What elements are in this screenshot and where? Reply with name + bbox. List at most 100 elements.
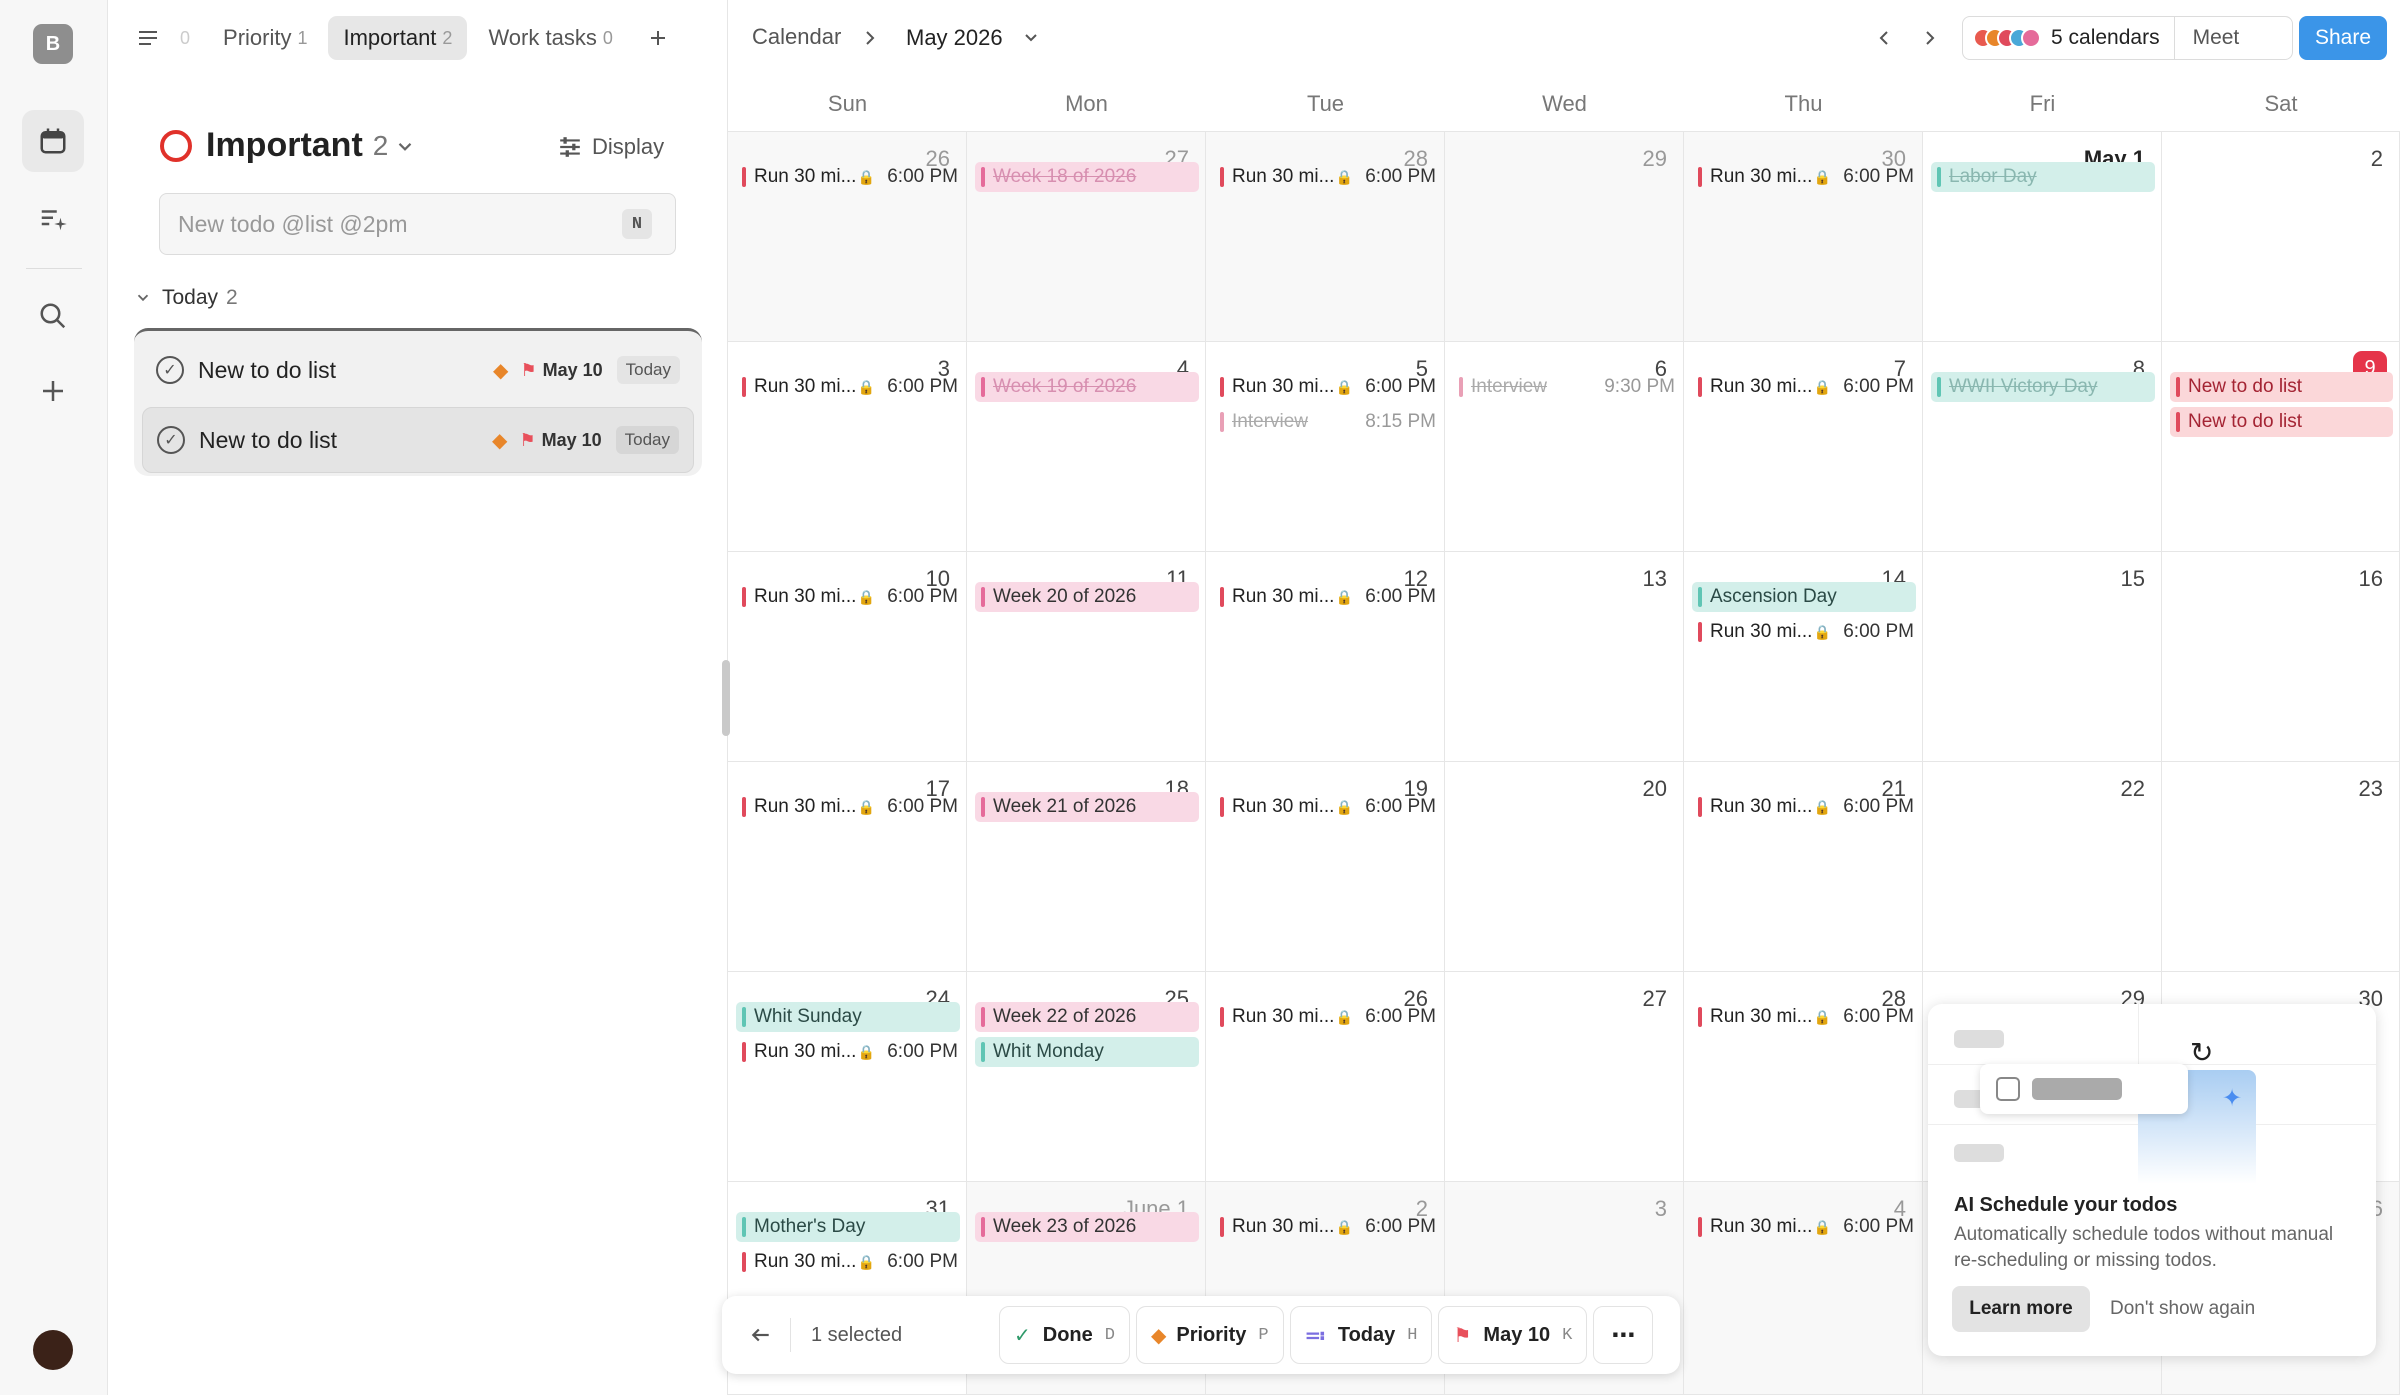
calendar-event[interactable]: Week 21 of 2026 [975,792,1199,822]
calendar-event[interactable]: Week 20 of 2026 [975,582,1199,612]
group-header-today[interactable]: Today 2 [134,286,238,310]
task-row[interactable]: ✓ New to do list ◆ ⚑ May 10 Today [142,337,694,403]
month-picker[interactable]: May 2026 [906,18,1041,58]
back-button[interactable] [732,1306,790,1364]
schedule-today-button[interactable]: ≕ Today H [1289,1306,1433,1364]
task-event[interactable]: Run 30 mi... 🔒 6:00 PM [736,1247,960,1277]
workspace-avatar[interactable]: B [33,24,73,64]
day-cell[interactable]: 6 Interview 9:30 PM [1445,342,1684,552]
calendar-event[interactable]: Week 22 of 2026 [975,1002,1199,1032]
task-schedule-chip[interactable]: Today [615,426,679,454]
task-event[interactable]: Run 30 mi... 🔒 6:00 PM [1692,792,1916,822]
calendar-event[interactable]: Whit Sunday [736,1002,960,1032]
day-cell[interactable]: 22 [1923,762,2162,972]
tab-inbox[interactable]: 0 [166,16,198,60]
calendar-event[interactable]: Labor Day [1931,162,2155,192]
day-cell[interactable]: 23 [2162,762,2400,972]
search-button[interactable] [22,285,84,347]
day-cell[interactable]: May 1 Labor Day [1923,132,2162,342]
day-cell[interactable]: 7 Run 30 mi... 🔒 6:00 PM [1684,342,1923,552]
tab-important[interactable]: Important 2 [328,16,468,60]
day-cell[interactable]: 5 Run 30 mi... 🔒 6:00 PM Interview 8:15 PM [1206,342,1445,552]
share-button[interactable]: Share [2299,16,2387,60]
calendar-nav-button[interactable] [22,110,84,172]
task-event[interactable]: Run 30 mi... 🔒 6:00 PM [1214,1212,1438,1242]
day-cell[interactable]: 4 Week 19 of 2026 [967,342,1206,552]
day-cell[interactable]: 8 WWII Victory Day [1923,342,2162,552]
breadcrumb-calendar[interactable]: Calendar [752,24,841,50]
dont-show-again-button[interactable]: Don't show again [2110,1286,2255,1332]
new-todo-input[interactable] [159,193,676,255]
menu-button[interactable] [130,20,166,56]
day-cell[interactable]: 2 [2162,132,2400,342]
day-cell[interactable]: 24 Whit Sunday Run 30 mi... 🔒 6:00 PM [728,972,967,1182]
priority-button[interactable]: ◆ Priority P [1135,1306,1284,1364]
day-cell[interactable]: 14 Ascension Day Run 30 mi... 🔒 6:00 PM [1684,552,1923,762]
due-date-button[interactable]: ⚑ May 10 K [1438,1306,1588,1364]
day-cell[interactable]: 26 Run 30 mi... 🔒 6:00 PM [728,132,967,342]
more-button[interactable]: ⋯ [1593,1306,1654,1364]
task-event[interactable]: Run 30 mi... 🔒 6:00 PM [1214,582,1438,612]
calendar-event[interactable]: Week 23 of 2026 [975,1212,1199,1242]
day-cell[interactable]: 29 [1445,132,1684,342]
learn-more-button[interactable]: Learn more [1952,1286,2090,1332]
day-cell[interactable]: 19 Run 30 mi... 🔒 6:00 PM [1206,762,1445,972]
tab-priority[interactable]: Priority 1 [208,16,322,60]
day-cell[interactable]: 25 Week 22 of 2026 Whit Monday [967,972,1206,1182]
task-event[interactable]: Run 30 mi... 🔒 6:00 PM [736,792,960,822]
calendar-event[interactable]: Whit Monday [975,1037,1199,1067]
task-event[interactable]: Run 30 mi... 🔒 6:00 PM [736,162,960,192]
day-cell[interactable]: 21 Run 30 mi... 🔒 6:00 PM [1684,762,1923,972]
day-cell[interactable]: 17 Run 30 mi... 🔒 6:00 PM [728,762,967,972]
calendar-event[interactable]: Week 19 of 2026 [975,372,1199,402]
day-cell[interactable]: 30 Run 30 mi... 🔒 6:00 PM [1684,132,1923,342]
day-cell[interactable]: 26 Run 30 mi... 🔒 6:00 PM [1206,972,1445,1182]
calendar-event[interactable]: New to do list [2170,372,2393,402]
calendar-event[interactable]: New to do list [2170,407,2393,437]
calendar-event[interactable]: WWII Victory Day [1931,372,2155,402]
tab-work-tasks[interactable]: Work tasks 0 [473,16,627,60]
day-cell[interactable]: 27 [1445,972,1684,1182]
task-event[interactable]: Run 30 mi... 🔒 6:00 PM [1214,372,1438,402]
calendar-event[interactable]: Mother's Day [736,1212,960,1242]
task-event[interactable]: Run 30 mi... 🔒 6:00 PM [736,582,960,612]
calendar-event[interactable]: Interview 8:15 PM [1214,407,1438,437]
list-title[interactable]: Important 2 [160,126,416,165]
task-event[interactable]: Run 30 mi... 🔒 6:00 PM [1214,792,1438,822]
add-list-button[interactable] [640,20,676,56]
day-cell[interactable]: 18 Week 21 of 2026 [967,762,1206,972]
user-avatar[interactable] [33,1330,73,1370]
task-row-selected[interactable]: ✓ New to do list ◆ ⚑ May 10 Today [142,407,694,473]
task-event[interactable]: Run 30 mi... 🔒 6:00 PM [1214,1002,1438,1032]
task-event[interactable]: Run 30 mi... 🔒 6:00 PM [1692,372,1916,402]
calendar-event[interactable]: Interview 9:30 PM [1453,372,1677,402]
day-cell[interactable]: 28 Run 30 mi... 🔒 6:00 PM [1684,972,1923,1182]
calendar-event[interactable]: Ascension Day [1692,582,1916,612]
task-event[interactable]: Run 30 mi... 🔒 6:00 PM [1692,1212,1916,1242]
mark-done-button[interactable]: ✓ Done D [999,1306,1130,1364]
day-cell[interactable]: 27 Week 18 of 2026 [967,132,1206,342]
day-cell[interactable]: 13 [1445,552,1684,762]
day-cell[interactable]: 10 Run 30 mi... 🔒 6:00 PM [728,552,967,762]
next-month-button[interactable] [1912,20,1948,56]
complete-checkbox[interactable]: ✓ [156,356,184,384]
task-event[interactable]: Run 30 mi... 🔒 6:00 PM [1692,162,1916,192]
ai-todos-nav-button[interactable] [22,188,84,250]
meet-button[interactable]: Meet [2175,26,2258,50]
day-cell[interactable]: 3 Run 30 mi... 🔒 6:00 PM [728,342,967,552]
task-event[interactable]: Run 30 mi... 🔒 6:00 PM [1692,1002,1916,1032]
day-cell[interactable]: 15 [1923,552,2162,762]
task-event[interactable]: Run 30 mi... 🔒 6:00 PM [736,372,960,402]
task-event[interactable]: Run 30 mi... 🔒 6:00 PM [1214,162,1438,192]
day-cell[interactable]: 4 Run 30 mi... 🔒 6:00 PM [1684,1182,1923,1395]
add-button[interactable] [22,360,84,422]
display-button[interactable]: Display [558,134,664,160]
prev-month-button[interactable] [1866,20,1902,56]
day-cell[interactable]: 20 [1445,762,1684,972]
day-cell[interactable]: 9 New to do list New to do list [2162,342,2400,552]
task-event[interactable]: Run 30 mi... 🔒 6:00 PM [736,1037,960,1067]
calendar-event[interactable]: Week 18 of 2026 [975,162,1199,192]
day-cell[interactable]: 16 [2162,552,2400,762]
complete-checkbox[interactable]: ✓ [157,426,185,454]
day-cell[interactable]: 11 Week 20 of 2026 [967,552,1206,762]
